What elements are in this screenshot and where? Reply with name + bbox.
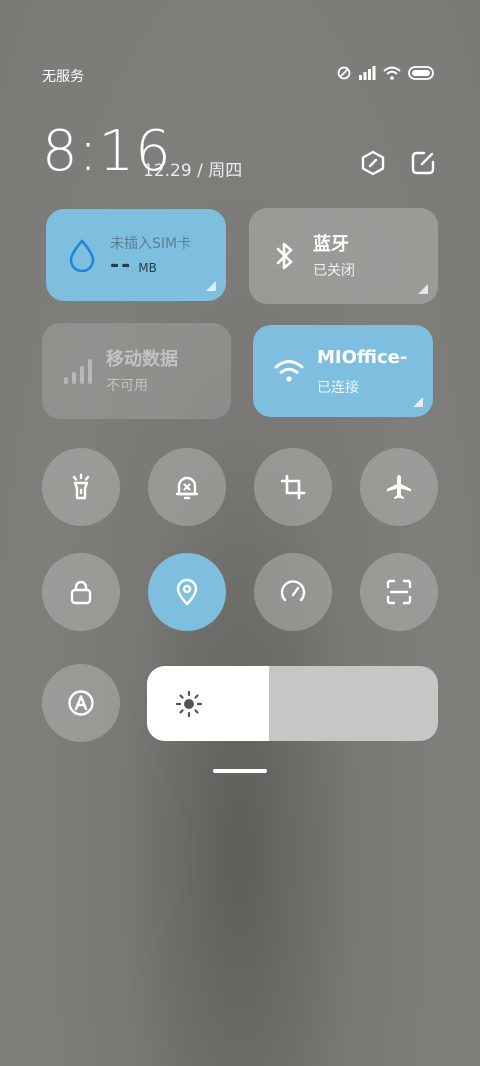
status-icons xyxy=(337,66,434,80)
location-icon xyxy=(176,578,198,606)
edit-icon[interactable] xyxy=(408,148,438,178)
clock-date: 12.29 / 周四 xyxy=(143,161,243,181)
top-actions xyxy=(358,148,438,178)
speedometer-icon xyxy=(280,580,306,602)
water-drop-icon xyxy=(66,239,98,272)
expand-corner-icon xyxy=(206,281,216,291)
bluetooth-tile[interactable]: 蓝牙 已关闭 xyxy=(249,208,438,304)
location-toggle[interactable] xyxy=(148,553,226,631)
home-indicator[interactable] xyxy=(213,769,267,773)
auto-brightness-toggle[interactable] xyxy=(42,664,120,742)
data-usage-tile[interactable]: 未插入SIM卡 -- MB xyxy=(46,209,226,301)
flashlight-toggle[interactable] xyxy=(42,448,120,526)
signal-bars-icon xyxy=(62,355,94,387)
settings-hex-icon[interactable] xyxy=(358,148,388,178)
rotation-toggle[interactable] xyxy=(254,448,332,526)
mobile-data-title: 移动数据 xyxy=(106,349,178,370)
wifi-status: 已连接 xyxy=(317,380,359,396)
airplane-icon xyxy=(387,475,411,499)
mute-toggle[interactable] xyxy=(148,448,226,526)
bell-mute-icon xyxy=(175,476,199,500)
bluetooth-title: 蓝牙 xyxy=(313,234,349,255)
performance-toggle[interactable] xyxy=(254,553,332,631)
wifi-icon xyxy=(273,355,305,387)
expand-corner-icon xyxy=(418,284,428,294)
battery-icon xyxy=(408,66,434,80)
brightness-fill xyxy=(147,666,270,741)
lock-icon xyxy=(70,580,92,605)
carrier-label: 无服务 xyxy=(42,69,84,85)
data-tile-unit: MB xyxy=(138,261,157,275)
brightness-slider[interactable] xyxy=(147,666,438,741)
bluetooth-icon xyxy=(269,240,301,272)
signal-icon xyxy=(359,66,376,80)
airplane-toggle[interactable] xyxy=(360,448,438,526)
no-sim-icon xyxy=(337,66,351,80)
wifi-tile[interactable]: MIOffice- 已连接 xyxy=(253,325,433,417)
scan-icon xyxy=(386,579,412,605)
auto-a-icon xyxy=(68,690,94,716)
mobile-data-tile[interactable]: 移动数据 不可用 xyxy=(42,323,231,419)
rotate-crop-icon xyxy=(280,474,306,500)
lock-toggle[interactable] xyxy=(42,553,120,631)
scanner-toggle[interactable] xyxy=(360,553,438,631)
sun-icon xyxy=(175,690,203,718)
mobile-data-status: 不可用 xyxy=(106,378,148,394)
flashlight-icon xyxy=(72,473,90,500)
expand-corner-icon xyxy=(413,397,423,407)
data-tile-value: -- xyxy=(110,253,133,278)
wifi-ssid: MIOffice- xyxy=(317,347,408,368)
bluetooth-status: 已关闭 xyxy=(313,263,355,279)
wifi-icon xyxy=(383,66,401,80)
data-tile-title: 未插入SIM卡 xyxy=(110,236,192,252)
